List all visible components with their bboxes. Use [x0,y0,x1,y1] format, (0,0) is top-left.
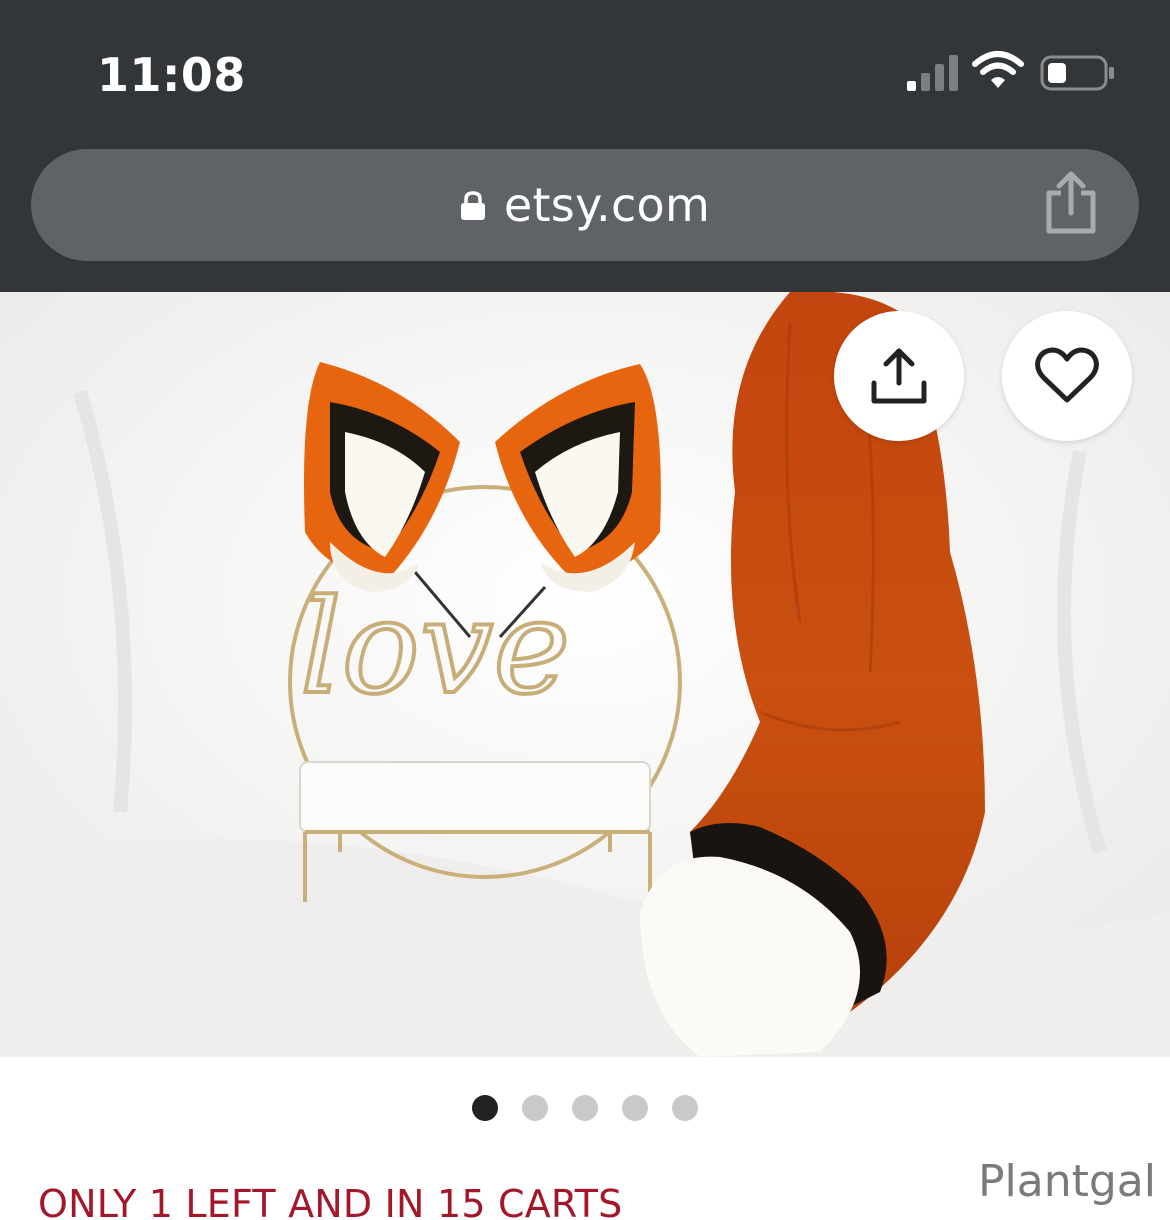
product-photo: love [0,292,1170,1057]
carousel-dot[interactable] [672,1095,698,1121]
carousel-dot[interactable] [472,1095,498,1121]
carousel-indicator [0,1095,1170,1123]
battery-icon [1040,55,1114,91]
browser-chrome: 11:08 etsy.com [0,0,1170,292]
share-icon [871,348,927,404]
carousel-dot[interactable] [522,1095,548,1121]
address-bar[interactable]: etsy.com [31,149,1139,261]
status-bar: 11:08 [0,0,1170,140]
url-text: etsy.com [503,178,711,232]
share-product-button[interactable] [834,311,964,441]
heart-icon [1035,347,1099,403]
product-image[interactable]: love [0,292,1170,1057]
carousel-dot[interactable] [622,1095,648,1121]
shop-name-link[interactable]: Plantgal [978,1156,1156,1207]
share-icon[interactable] [1041,171,1101,235]
stand-tray [299,761,651,833]
cellular-signal-icon [907,55,958,91]
favorite-button[interactable] [1002,311,1132,441]
lock-icon [460,191,485,220]
stock-message: ONLY 1 LEFT AND IN 15 CARTS [38,1182,623,1220]
carousel-dot[interactable] [572,1095,598,1121]
status-time: 11:08 [97,48,246,102]
wifi-icon [972,51,1024,88]
